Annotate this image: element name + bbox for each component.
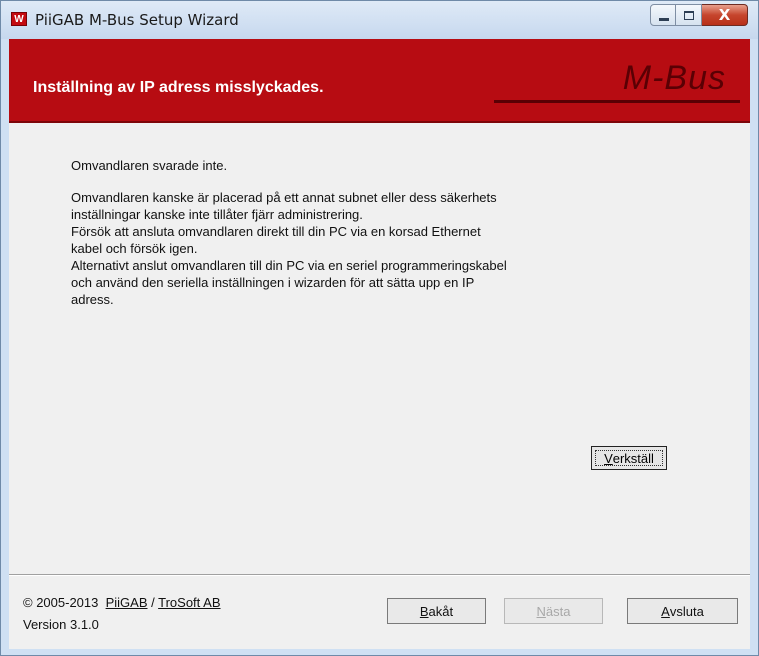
- window-title: PiiGAB M-Bus Setup Wizard: [35, 11, 239, 29]
- logo-text: M-Bus: [622, 59, 726, 97]
- back-button[interactable]: Bakåt: [387, 598, 486, 624]
- mbus-logo: M-Bus: [494, 57, 740, 107]
- message-line: Omvandlaren svarade inte.: [71, 158, 228, 173]
- message-line: Alternativt anslut omvandlaren till din …: [71, 258, 507, 273]
- next-label: ästa: [545, 603, 571, 619]
- version-text: Version 3.1.0: [23, 617, 99, 632]
- message-line: Försök att ansluta omvandlaren direkt ti…: [71, 224, 481, 239]
- minimize-icon: [659, 18, 669, 21]
- exit-label: vsluta: [669, 603, 704, 619]
- copyright-line: © 2005-2013 PiiGAB / TroSoft AB: [23, 592, 221, 614]
- apply-mnemonic: V: [604, 450, 613, 466]
- wizard-body: Inställning av IP adress misslyckades. M…: [9, 39, 750, 649]
- close-icon: X: [718, 6, 731, 24]
- wizard-header: Inställning av IP adress misslyckades. M…: [9, 39, 750, 123]
- window-controls: X: [650, 4, 748, 26]
- page-title: Inställning av IP adress misslyckades.: [33, 79, 324, 96]
- message-line: och använd den seriella inställningen i …: [71, 275, 475, 290]
- maximize-button[interactable]: [676, 4, 702, 26]
- maximize-icon: [684, 11, 694, 20]
- apply-button[interactable]: Verkställ: [591, 446, 667, 470]
- next-mnemonic: N: [536, 603, 546, 619]
- back-label: akåt: [428, 603, 454, 619]
- apply-button-focus: Verkställ: [595, 450, 663, 466]
- piigab-link[interactable]: PiiGAB: [106, 595, 148, 610]
- minimize-button[interactable]: [650, 4, 676, 26]
- message-line: adress.: [71, 292, 114, 307]
- trosoft-link[interactable]: TroSoft AB: [158, 595, 220, 610]
- message-area: Omvandlaren svarade inte. Omvandlaren ka…: [71, 157, 651, 308]
- footer-info: © 2005-2013 PiiGAB / TroSoft AB Version …: [23, 592, 221, 636]
- copyright-text: © 2005-2013: [23, 595, 99, 610]
- back-mnemonic: B: [419, 603, 429, 619]
- logo-underline: [494, 100, 740, 103]
- message-line: inställningar kanske inte tillåter fjärr…: [71, 207, 363, 222]
- message-paragraph: Omvandlaren kanske är placerad på ett an…: [71, 189, 651, 308]
- exit-mnemonic: A: [661, 603, 670, 619]
- link-separator: /: [151, 595, 155, 610]
- message-line: Omvandlaren kanske är placerad på ett an…: [71, 190, 497, 205]
- exit-button[interactable]: Avsluta: [627, 598, 738, 624]
- close-button[interactable]: X: [702, 4, 748, 26]
- next-button[interactable]: Nästa: [504, 598, 603, 624]
- message-line: kabel och försök igen.: [71, 241, 198, 256]
- wizard-window: W PiiGAB M-Bus Setup Wizard X Inställnin…: [0, 0, 759, 656]
- apply-label: erkställ: [612, 450, 654, 466]
- app-icon: W: [11, 12, 27, 26]
- title-bar[interactable]: W PiiGAB M-Bus Setup Wizard X: [1, 1, 758, 39]
- footer-separator: [9, 574, 750, 576]
